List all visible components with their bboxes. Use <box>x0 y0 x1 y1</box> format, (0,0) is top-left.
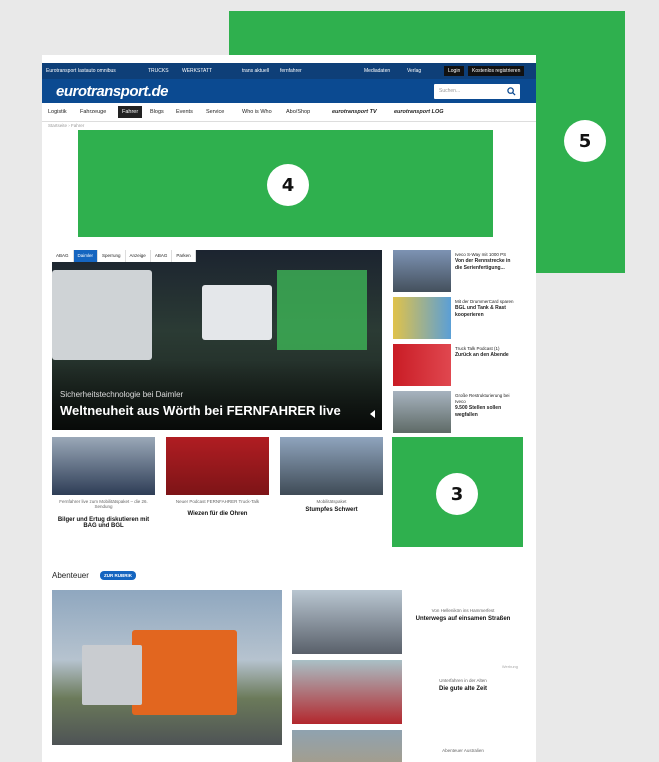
region-badge-3: 3 <box>436 473 478 515</box>
hero-subtitle: Sicherheitstechnologie bei Daimler <box>60 390 184 399</box>
nav-item-blogs[interactable]: Blogs <box>150 109 164 115</box>
topbar-link[interactable]: fernfahrer <box>280 68 302 74</box>
section-label: Abenteuer <box>52 571 89 580</box>
hero-title[interactable]: Weltneuheit aus Wörth bei FERNFAHRER liv… <box>60 403 341 418</box>
nav-item-who-is-who[interactable]: Who is Who <box>242 109 272 115</box>
nav-item-eurotransport-log[interactable]: eurotransport LOG <box>394 109 444 115</box>
side-news-text: Truck Talk Podcast (1) Zurück an den Abe… <box>455 346 519 359</box>
side-news-thumbnail <box>393 344 451 386</box>
verlag-link[interactable]: Verlag <box>407 68 421 74</box>
side-news-title: Zurück an den Abende <box>455 352 509 359</box>
article-card-title: Stumpfes Schwert <box>305 507 358 513</box>
section-link-button[interactable]: ZUR RUBRIK <box>100 571 136 580</box>
article-card[interactable]: Neuer Podcast FERNFAHRER Truck-Talk Wiez… <box>166 437 269 545</box>
story-row[interactable]: Werbung Unterfahren in der Alten Die gut… <box>292 660 522 724</box>
breadcrumb[interactable]: Startseite › Fahrer <box>48 123 84 128</box>
register-button[interactable]: Kostenlos registrieren <box>468 66 525 76</box>
side-news-item[interactable]: Mit der DrummerCard sparen BGL und Tank … <box>393 297 521 339</box>
nav-item-logistik[interactable]: Logistik <box>48 109 67 115</box>
article-card[interactable]: Mobilitätspaket Stumpfes Schwert <box>280 437 383 545</box>
hero-tab[interactable]: Parken <box>172 250 196 262</box>
side-news-text: Mit der DrummerCard sparen BGL und Tank … <box>455 299 519 319</box>
topbar-link[interactable]: WERKSTATT <box>182 68 212 74</box>
article-card-image <box>280 437 383 495</box>
story-row[interactable]: Abenteuer Australien <box>292 730 522 762</box>
story-thumbnail <box>292 730 402 762</box>
nav-item-eurotransport-tv[interactable]: eurotransport TV <box>332 109 377 115</box>
hero-tab-active[interactable]: Daimler <box>73 250 99 262</box>
side-news-item[interactable]: Iveco S-Way mit 1000 PS Von der Rennstre… <box>393 250 521 292</box>
region-badge-4: 4 <box>267 164 309 206</box>
story-kicker: Abenteuer Australien <box>442 748 484 753</box>
side-news-thumbnail <box>393 391 451 433</box>
article-card-kicker: Fernfahrer live zum Mobilitätspaket – di… <box>59 499 148 509</box>
site-header: eurotransport.de Suchen... <box>42 79 536 103</box>
main-nav: Logistik Fahrzeuge Fahrer Blogs Events S… <box>42 103 536 122</box>
story-row[interactable]: Von Hellenikön ins Hammerfest Unterwegs … <box>292 590 522 654</box>
next-arrow-icon[interactable] <box>370 410 376 418</box>
article-card-kicker: Neuer Podcast FERNFAHRER Truck-Talk <box>175 499 260 504</box>
search-placeholder: Suchen... <box>439 88 461 94</box>
story-title: Die gute alte Zeit <box>438 686 487 692</box>
search-input[interactable]: Suchen... <box>434 84 520 99</box>
topbar-link[interactable]: Eurotransport <box>46 68 76 74</box>
hero-tab[interactable]: ABAG <box>52 250 74 262</box>
search-icon[interactable] <box>507 87 516 96</box>
login-button[interactable]: Login <box>444 66 465 76</box>
topbar-link[interactable]: lastauto omnibus <box>78 68 116 74</box>
nav-item-fahrer[interactable]: Fahrer <box>118 106 143 118</box>
side-news-title: BGL und Tank & Rast kooperieren <box>455 305 506 318</box>
story-kicker: Unterfahren in der Alten <box>439 678 487 683</box>
side-news-item[interactable]: Große Restrukturierung bei Iveco 9.500 S… <box>393 391 521 433</box>
topbar-link[interactable]: TRUCKS <box>148 68 169 74</box>
nav-item-service[interactable]: Service <box>206 109 224 115</box>
article-card-kicker: Mobilitätspaket <box>316 499 347 504</box>
nav-item-events[interactable]: Events <box>176 109 193 115</box>
site-logo[interactable]: eurotransport.de <box>56 83 169 100</box>
ad-label: Werbung <box>501 664 518 669</box>
region-badge-5: 5 <box>564 120 606 162</box>
side-news-kicker: Große Restrukturierung bei Iveco <box>455 393 510 405</box>
article-card-title: Bilger und Ertug diskutieren mit BAG und… <box>57 517 150 529</box>
story-title: Unterwegs auf einsamen Straßen <box>415 616 511 622</box>
hero-tab[interactable]: Sperrung <box>98 250 126 262</box>
article-card[interactable]: Fernfahrer live zum Mobilitätspaket – di… <box>52 437 155 545</box>
featured-story-image[interactable] <box>52 590 282 745</box>
side-news-item[interactable]: Truck Talk Podcast (1) Zurück an den Abe… <box>393 344 521 386</box>
side-news-thumbnail <box>393 250 451 292</box>
article-card-image <box>52 437 155 495</box>
side-news-title: 9.500 Stellen sollen wegfallen <box>455 405 502 418</box>
hero-tab[interactable]: Anzeige <box>126 250 151 262</box>
story-thumbnail <box>292 590 402 654</box>
article-card-image <box>166 437 269 495</box>
side-news-text: Große Restrukturierung bei Iveco 9.500 S… <box>455 393 519 419</box>
topbar-link[interactable]: trans aktuell <box>242 68 269 74</box>
story-kicker: Von Hellenikön ins Hammerfest <box>431 608 495 613</box>
side-news-text: Iveco S-Way mit 1000 PS Von der Rennstre… <box>455 252 519 272</box>
hero-teaser[interactable]: ABAG Daimler Sperrung Anzeige ABAG Parke… <box>52 250 382 430</box>
mediadaten-link[interactable]: Mediadaten <box>364 68 390 74</box>
hero-tabs: ABAG Daimler Sperrung Anzeige ABAG Parke… <box>52 250 196 262</box>
top-bar: Eurotransport lastauto omnibus TRUCKS WE… <box>42 63 536 79</box>
article-card-title: Wiezen für die Ohren <box>187 511 248 517</box>
hero-tab[interactable]: ABAG <box>151 250 173 262</box>
nav-item-fahrzeuge[interactable]: Fahrzeuge <box>80 109 106 115</box>
side-news-thumbnail <box>393 297 451 339</box>
story-thumbnail <box>292 660 402 724</box>
nav-item-abo-shop[interactable]: Abo/Shop <box>286 109 310 115</box>
side-news-title: Von der Rennstrecke in die Serienfertigu… <box>455 258 511 271</box>
